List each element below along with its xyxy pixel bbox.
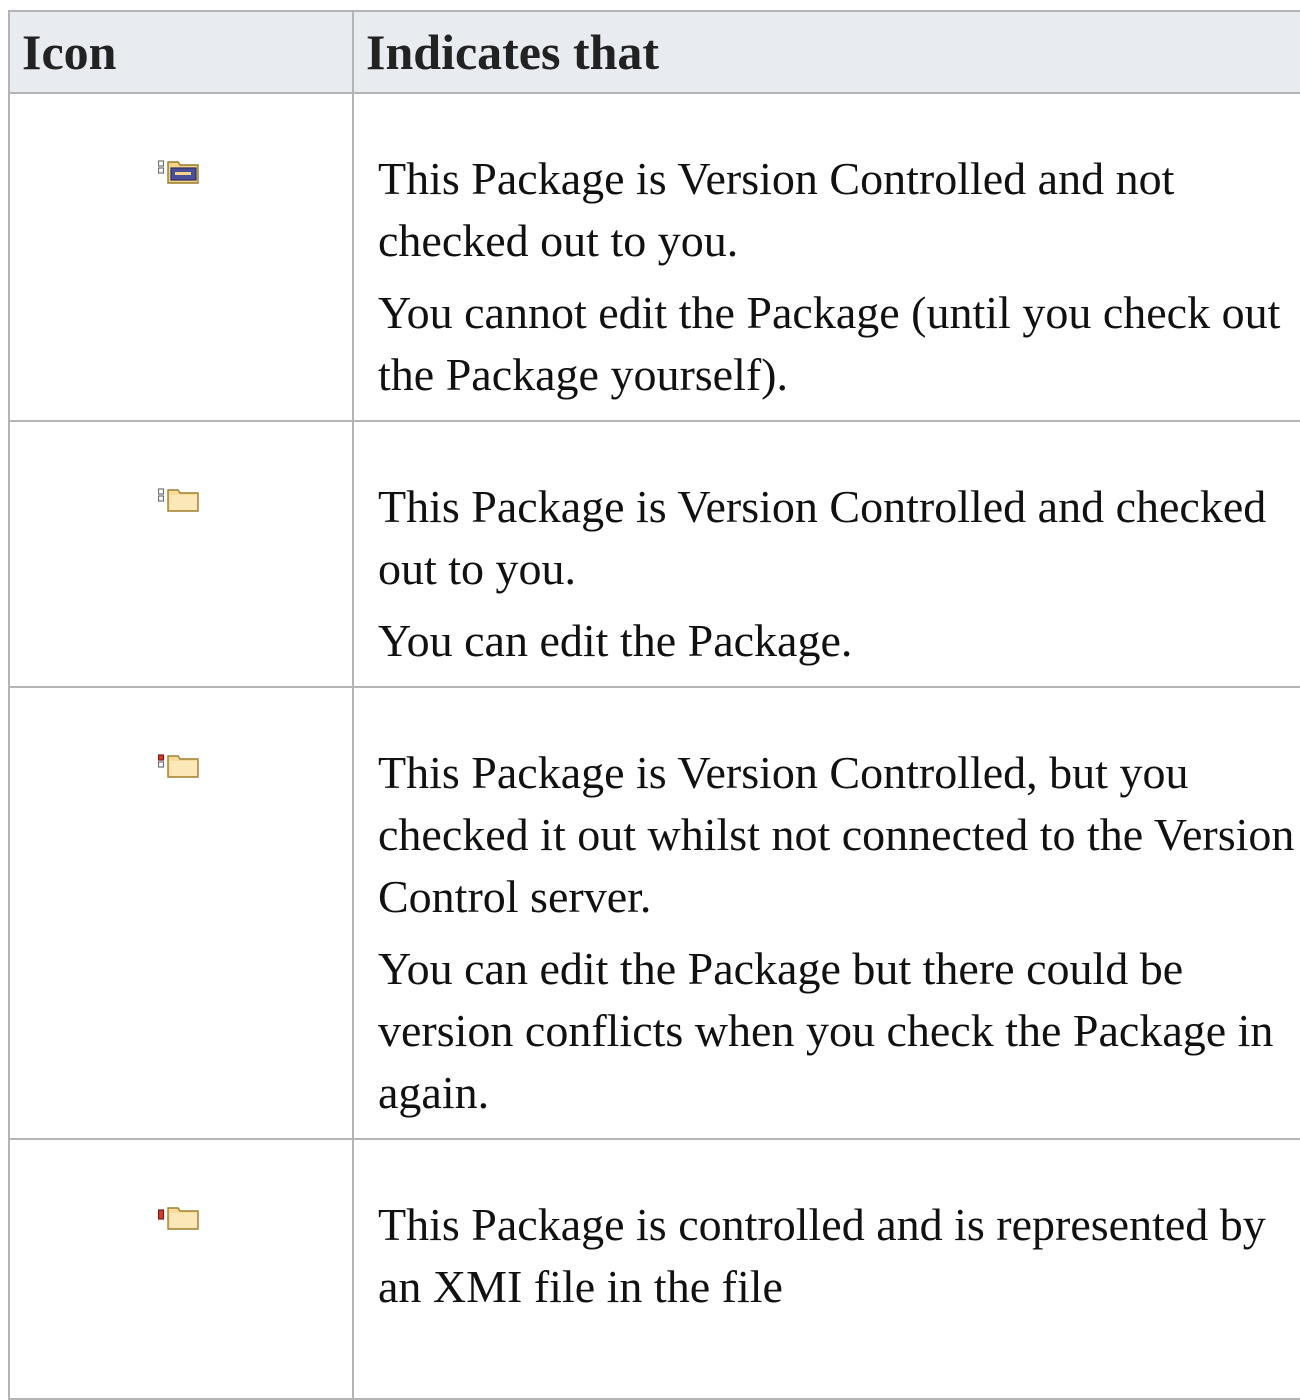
description-cell: This Package is Version Controlled and c… bbox=[352, 420, 1300, 688]
header-row: Icon Indicates that bbox=[8, 10, 1300, 94]
table-row: This Package is controlled and is repres… bbox=[8, 1138, 1300, 1400]
package-controlled-xmi-icon bbox=[158, 1207, 199, 1230]
package-checked-in-locked-icon bbox=[158, 160, 199, 184]
table-row: This Package is Version Controlled and n… bbox=[8, 92, 1300, 422]
icon-cell bbox=[8, 686, 354, 1140]
package-checked-out-icon bbox=[158, 488, 199, 512]
description-cell: This Package is Version Controlled and n… bbox=[352, 92, 1300, 422]
description-line: You cannot edit the Package (until you c… bbox=[378, 287, 1281, 400]
description-line: This Package is controlled and is repres… bbox=[378, 1199, 1266, 1312]
table-row: This Package is Version Controlled, but … bbox=[8, 686, 1300, 1140]
header-indicates-that: Indicates that bbox=[352, 10, 1300, 94]
icon-cell bbox=[8, 92, 354, 422]
package-checked-out-offline-icon bbox=[158, 754, 199, 778]
description-line: You can edit the Package but there could… bbox=[378, 943, 1274, 1118]
description-cell: This Package is Version Controlled, but … bbox=[352, 686, 1300, 1140]
icon-cell bbox=[8, 420, 354, 688]
table-row: This Package is Version Controlled and c… bbox=[8, 420, 1300, 688]
icon-cell bbox=[8, 1138, 354, 1400]
description-line: This Package is Version Controlled and c… bbox=[378, 481, 1267, 594]
header-icon: Icon bbox=[8, 10, 354, 94]
description-cell: This Package is controlled and is repres… bbox=[352, 1138, 1300, 1400]
description-line: This Package is Version Controlled, but … bbox=[378, 747, 1295, 922]
description-line: You can edit the Package. bbox=[378, 615, 853, 666]
icon-legend-table: Icon Indicates that This Package is Vers… bbox=[8, 10, 1300, 1400]
description-line: This Package is Version Controlled and n… bbox=[378, 153, 1175, 266]
